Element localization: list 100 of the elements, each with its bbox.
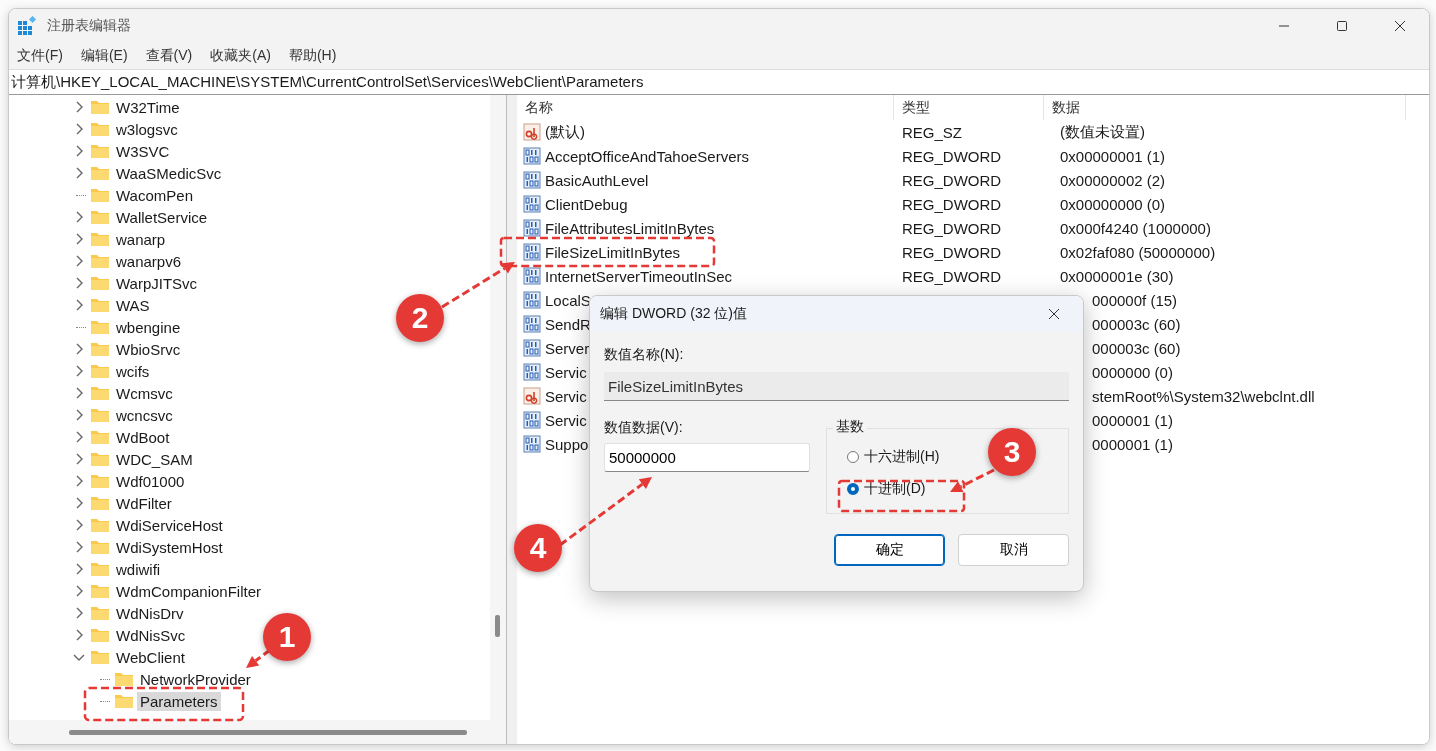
vertical-scrollbar[interactable] bbox=[490, 95, 506, 720]
tree-item[interactable]: WaaSMedicSvc bbox=[113, 163, 225, 183]
folder-icon bbox=[90, 649, 110, 665]
tree-item[interactable]: WdiSystemHost bbox=[113, 537, 226, 557]
value-name[interactable]: Servic bbox=[545, 411, 587, 429]
binary-value-icon bbox=[523, 267, 541, 285]
radio-button[interactable] bbox=[847, 483, 859, 495]
value-name[interactable]: InternetServerTimeoutInSec bbox=[545, 267, 733, 285]
tree-item[interactable]: NetworkProvider bbox=[137, 669, 254, 689]
tree-item[interactable]: w3logsvc bbox=[113, 119, 181, 139]
value-data: 0000001 (1) bbox=[1092, 411, 1173, 429]
tree-item[interactable]: W32Time bbox=[113, 97, 183, 117]
column-header[interactable]: 数据 bbox=[1044, 95, 1406, 120]
folder-icon bbox=[90, 451, 110, 467]
tree-item[interactable]: WbioSrvc bbox=[113, 339, 184, 359]
field-label: 数值数据(V): bbox=[604, 419, 684, 437]
value-type: REG_DWORD bbox=[902, 219, 1002, 237]
value-name[interactable]: FileSizeLimitInBytes bbox=[545, 243, 681, 261]
folder-icon bbox=[90, 275, 110, 291]
tree-item[interactable]: WacomPen bbox=[113, 185, 196, 205]
value-data: 0000000 (0) bbox=[1092, 363, 1173, 381]
folder-icon bbox=[90, 99, 110, 115]
value-type: REG_DWORD bbox=[902, 267, 1002, 285]
value-data: 0x02faf080 (50000000) bbox=[1060, 243, 1216, 261]
value-name[interactable]: BasicAuthLevel bbox=[545, 171, 649, 189]
binary-value-icon bbox=[523, 411, 541, 429]
value-name[interactable]: FileAttributesLimitInBytes bbox=[545, 219, 715, 237]
tree-item[interactable]: WdmCompanionFilter bbox=[113, 581, 265, 601]
value-data: 000003c (60) bbox=[1092, 315, 1181, 333]
value-data: 0x00000002 (2) bbox=[1060, 171, 1166, 189]
ok-button[interactable]: 确定 bbox=[834, 534, 945, 566]
string-value-icon bbox=[523, 387, 541, 405]
tree-item[interactable]: WDC_SAM bbox=[113, 449, 196, 469]
binary-value-icon bbox=[523, 147, 541, 165]
horizontal-scrollbar[interactable] bbox=[9, 720, 506, 744]
tree-item[interactable]: wdiwifi bbox=[113, 559, 164, 579]
value-name[interactable]: (默认) bbox=[545, 122, 585, 142]
address-bar[interactable]: 计算机\HKEY_LOCAL_MACHINE\SYSTEM\CurrentControlSet\Services\WebClient\Parameters bbox=[9, 69, 1429, 95]
value-type: REG_DWORD bbox=[902, 171, 1002, 189]
folder-icon bbox=[90, 517, 110, 533]
tree-item[interactable]: wcifs bbox=[113, 361, 153, 381]
tree-item[interactable]: wcncsvc bbox=[113, 405, 176, 425]
folder-icon bbox=[90, 209, 110, 225]
tree-item[interactable]: Wcmsvc bbox=[113, 383, 176, 403]
value-name[interactable]: SendR bbox=[545, 315, 591, 333]
tree-item[interactable]: W3SVC bbox=[113, 141, 173, 161]
value-data: 0x000f4240 (1000000) bbox=[1060, 219, 1211, 237]
tree-item[interactable]: WdNisDrv bbox=[113, 603, 187, 623]
folder-icon bbox=[90, 165, 110, 181]
group-label: 基数 bbox=[833, 418, 867, 436]
value-name-field[interactable]: FileSizeLimitInBytes bbox=[604, 372, 1069, 401]
value-data: 000003c (60) bbox=[1092, 339, 1181, 357]
menu-item[interactable]: 收藏夹(A) bbox=[210, 47, 271, 65]
folder-icon bbox=[90, 187, 110, 203]
folder-icon bbox=[90, 363, 110, 379]
menu-item[interactable]: 查看(V) bbox=[145, 47, 193, 65]
close-icon[interactable] bbox=[1394, 20, 1406, 32]
value-name[interactable]: Servic bbox=[545, 363, 587, 381]
close-icon[interactable] bbox=[1048, 308, 1060, 320]
tree-item[interactable]: WdBoot bbox=[113, 427, 173, 447]
tree-item[interactable]: WdFilter bbox=[113, 493, 175, 513]
value-name[interactable]: LocalS bbox=[545, 291, 591, 309]
value-name[interactable]: Suppo bbox=[545, 435, 589, 453]
tree-item[interactable]: Parameters bbox=[137, 691, 221, 711]
folder-icon bbox=[90, 121, 110, 137]
value-data-field[interactable]: 50000000 bbox=[604, 443, 810, 472]
menu-item[interactable]: 帮助(H) bbox=[288, 47, 337, 65]
folder-icon bbox=[90, 407, 110, 423]
menu-item[interactable]: 编辑(E) bbox=[80, 47, 128, 65]
window-title: 注册表编辑器 bbox=[47, 17, 132, 35]
cancel-button[interactable]: 取消 bbox=[958, 534, 1069, 566]
tree-item[interactable]: WebClient bbox=[113, 647, 188, 667]
column-header[interactable]: 名称 bbox=[517, 95, 894, 120]
radio-button[interactable] bbox=[847, 451, 859, 463]
tree-item[interactable]: wanarpv6 bbox=[113, 251, 185, 271]
folder-icon bbox=[90, 627, 110, 643]
folder-icon bbox=[90, 605, 110, 621]
folder-icon bbox=[114, 693, 134, 709]
column-header[interactable]: 类型 bbox=[894, 95, 1044, 120]
folder-icon bbox=[90, 561, 110, 577]
tree-item[interactable]: wbengine bbox=[113, 317, 184, 337]
tree-item[interactable]: wanarp bbox=[113, 229, 169, 249]
tree-item[interactable]: WdiServiceHost bbox=[113, 515, 226, 535]
value-name[interactable]: AcceptOfficeAndTahoeServers bbox=[545, 147, 749, 165]
dialog-title: 编辑 DWORD (32 位)值 bbox=[600, 305, 748, 323]
binary-value-icon bbox=[523, 315, 541, 333]
folder-icon bbox=[90, 583, 110, 599]
menu-item[interactable]: 文件(F) bbox=[17, 47, 63, 65]
tree-item[interactable]: Wdf01000 bbox=[113, 471, 188, 491]
value-name[interactable]: Servic bbox=[545, 387, 587, 405]
tree-item[interactable]: WAS bbox=[113, 295, 153, 315]
value-name[interactable]: ClientDebug bbox=[545, 195, 628, 213]
folder-icon bbox=[90, 341, 110, 357]
folder-icon bbox=[90, 385, 110, 401]
tree-item[interactable]: WdNisSvc bbox=[113, 625, 189, 645]
folder-icon bbox=[90, 253, 110, 269]
value-name[interactable]: Server bbox=[545, 339, 590, 357]
tree-item[interactable]: WarpJITSvc bbox=[113, 273, 201, 293]
maximize-icon[interactable] bbox=[1336, 20, 1348, 32]
tree-item[interactable]: WalletService bbox=[113, 207, 211, 227]
